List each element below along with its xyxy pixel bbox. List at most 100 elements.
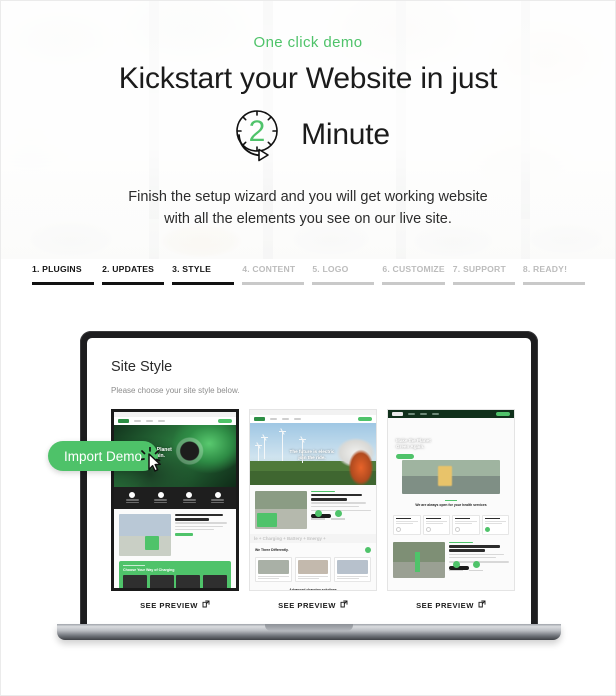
step-label: 8. READY! — [522, 264, 568, 274]
mini-content-section — [114, 509, 236, 561]
mini-heading-line — [175, 514, 223, 517]
preview-label: SEE PREVIEW — [140, 600, 198, 610]
style-card-2[interactable]: The future is electric join the ride. le… — [249, 409, 377, 610]
mini-feature-label — [154, 499, 168, 501]
mini-band-cards — [123, 575, 227, 588]
mini-subheading-row: We Three Differently. — [250, 543, 376, 553]
mini-site-preview: Make the PlanetGreen Again. — [114, 412, 236, 588]
mini-card — [334, 557, 372, 582]
external-link-icon — [202, 600, 210, 610]
preview-label: SEE PREVIEW — [278, 600, 336, 610]
page-subtitle: Please choose your site style below. — [111, 386, 240, 395]
hero-section: One click demo Kickstart your Website in… — [1, 1, 615, 259]
mini-section-text — [449, 542, 509, 578]
mini-feature-label — [211, 501, 225, 504]
step-label: 7. SUPPORT — [452, 264, 506, 274]
hero-eyebrow: One click demo — [253, 34, 363, 51]
mini-subheading: We are always open for your health servi… — [415, 503, 487, 508]
mini-section-image — [393, 542, 445, 579]
mini-nav-cta — [358, 417, 372, 421]
style-card-2-thumbnail[interactable]: The future is electric join the ride. le… — [249, 409, 377, 591]
style-card-3[interactable]: Make the Planet Green Again. We are alway… — [387, 409, 515, 610]
mini-nav-link — [408, 413, 415, 415]
external-link-icon — [340, 600, 348, 610]
mini-hero-cta — [396, 454, 414, 459]
mini-footer-heading: Advanced charging solutions — [289, 588, 337, 591]
laptop-display: Site Style Please choose your site style… — [87, 338, 531, 627]
mini-heading-line — [449, 545, 500, 548]
style-card-list: Make the PlanetGreen Again. — [111, 409, 515, 610]
page-title: Site Style — [111, 359, 173, 375]
mini-nav-link — [294, 418, 301, 420]
wind-turbine-icon — [255, 445, 262, 461]
step-label: 2. UPDATES — [102, 264, 155, 274]
mini-navbar — [114, 417, 236, 425]
step-progress-bar — [312, 281, 375, 285]
mini-subheading: We Three Differently. — [255, 548, 289, 552]
step-progress-bar — [522, 281, 585, 285]
step-item-customize[interactable]: 6. CUSTOMIZE — [382, 265, 445, 285]
hero-headline-line2: Minute — [301, 117, 390, 151]
preview-label: SEE PREVIEW — [416, 600, 474, 610]
import-demo-label: Import Demo — [64, 448, 143, 464]
mini-feature-item — [125, 491, 139, 504]
style-card-1-thumbnail[interactable]: Make the PlanetGreen Again. — [111, 409, 239, 591]
mini-accent-dot — [365, 547, 371, 553]
style-card-2-preview-link[interactable]: SEE PREVIEW — [249, 600, 377, 610]
step-item-logo[interactable]: 5. LOGO — [312, 265, 375, 285]
mini-feature-label — [182, 499, 196, 501]
hero-subtext: Finish the setup wizard and you will get… — [1, 186, 615, 231]
mini-feature-dots — [114, 487, 236, 509]
mini-ticker-strip: le + Charging + Battery + Energy + — [250, 534, 376, 543]
mini-green-band: Choose Your Way of Charging — [119, 561, 231, 588]
mini-feature-label — [125, 501, 139, 504]
mini-feature-item — [154, 491, 168, 504]
mini-nav-link — [158, 420, 165, 422]
mini-card — [452, 514, 480, 536]
laptop-mockup: Site Style Please choose your site style… — [57, 331, 561, 653]
style-card-3-thumbnail[interactable]: Make the Planet Green Again. We are alway… — [387, 409, 515, 591]
mini-heading-line — [175, 518, 209, 521]
mini-feature-dot — [129, 491, 136, 498]
step-item-updates[interactable]: 2. UPDATES — [102, 264, 165, 285]
step-item-style[interactable]: 3. STYLE — [172, 264, 235, 285]
mini-nav-link — [282, 418, 289, 420]
laptop-screen-bezel: Site Style Please choose your site style… — [80, 331, 538, 627]
step-progress-bar — [32, 281, 95, 285]
mini-section-image — [255, 491, 307, 529]
style-card-1[interactable]: Make the PlanetGreen Again. — [111, 409, 239, 610]
mini-section-heading: We are always open for your health servi… — [388, 494, 514, 511]
mini-section-text — [311, 491, 371, 529]
mini-band-heading: Choose Your Way of Charging — [123, 568, 175, 573]
mini-feature-dot — [214, 491, 221, 498]
mini-band-card — [176, 575, 201, 588]
hero-subtext-line1: Finish the setup wizard and you will get… — [128, 188, 488, 205]
mini-feature-label — [125, 499, 139, 501]
wizard-step-nav: 1. PLUGINS 2. UPDATES 3. STYLE 4. CONTEN… — [32, 265, 585, 285]
mini-heading-line — [311, 493, 362, 497]
step-item-support[interactable]: 7. SUPPORT — [452, 264, 515, 285]
mini-navbar — [250, 415, 376, 423]
step-item-content[interactable]: 4. CONTENT — [242, 264, 305, 285]
style-card-1-preview-link[interactable]: SEE PREVIEW — [111, 600, 239, 610]
step-progress-bar — [172, 281, 235, 285]
step-item-plugins[interactable]: 1. PLUGINS — [32, 265, 95, 285]
mini-overlap-image — [402, 460, 500, 494]
step-label: 4. CONTENT — [242, 264, 296, 274]
style-card-3-preview-link[interactable]: SEE PREVIEW — [387, 600, 515, 610]
mini-site-preview: Make the Planet Green Again. We are alway… — [388, 410, 514, 590]
mini-section-text — [175, 514, 231, 556]
mini-green-badge — [257, 513, 277, 527]
mini-feature-label — [211, 499, 225, 501]
clock-arrow-icon: 2 — [226, 104, 288, 166]
mini-logo — [254, 417, 265, 421]
step-progress-bar — [102, 281, 165, 285]
mini-feature-item — [211, 491, 225, 504]
mini-feature-dot — [157, 491, 164, 498]
hero-headline-line2-row: 2 Minute — [1, 104, 615, 166]
mini-navbar — [388, 410, 514, 418]
mini-hero-heading: Make the PlanetGreen Again. — [396, 438, 431, 449]
step-label: 3. STYLE — [172, 264, 212, 274]
mini-nav-link — [270, 418, 277, 420]
step-item-ready[interactable]: 8. READY! — [522, 264, 585, 285]
